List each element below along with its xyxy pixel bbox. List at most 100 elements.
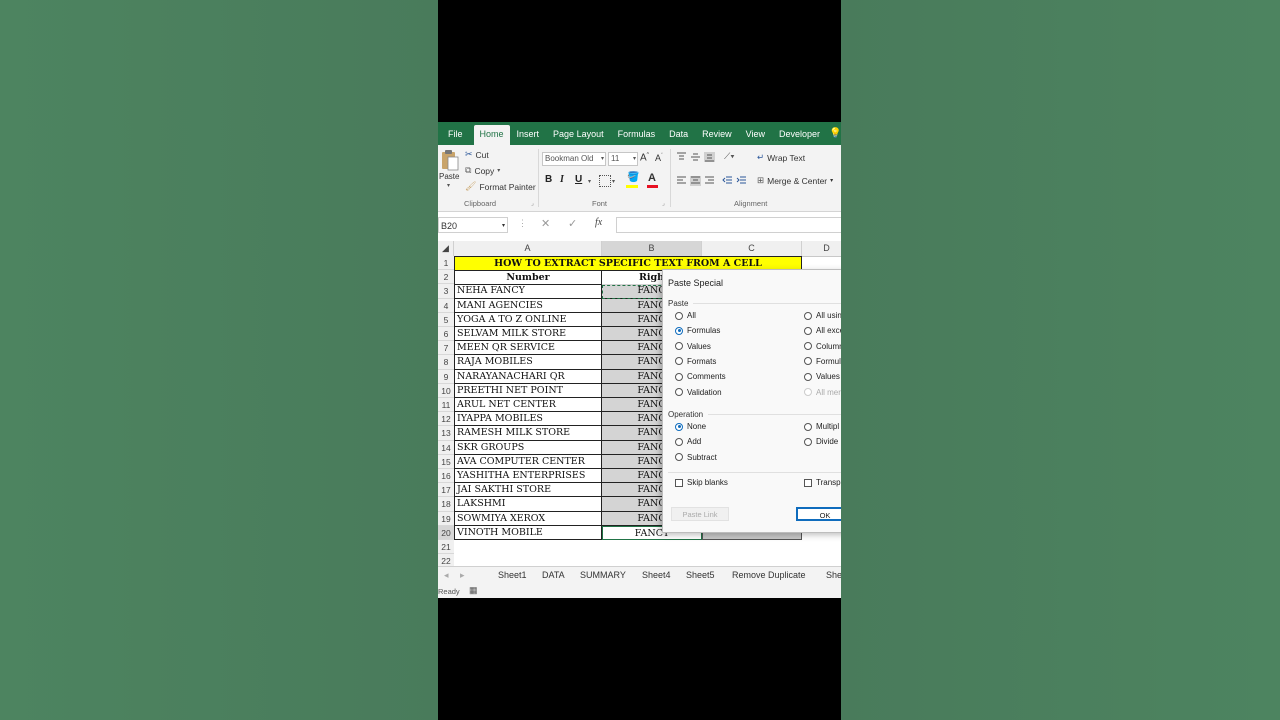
cell-name[interactable]: SELVAM MILK STORE — [454, 327, 602, 342]
row-header[interactable]: 18 — [438, 497, 454, 512]
tab-developer[interactable]: Developer — [772, 125, 827, 145]
enter-icon[interactable]: ✓ — [568, 217, 577, 230]
column-header-b[interactable]: B — [602, 241, 702, 256]
cell-name[interactable]: MEEN QR SERVICE — [454, 341, 602, 356]
cell-name[interactable]: JAI SAKTHI STORE — [454, 483, 602, 498]
sheet-tab-sheet4[interactable]: Sheet4 — [642, 570, 671, 580]
accessibility-icon[interactable]: ▦ — [469, 585, 478, 596]
sheet-tab-overflow[interactable]: She — [826, 570, 841, 580]
cell-name[interactable]: ARUL NET CENTER — [454, 398, 602, 413]
tab-insert[interactable]: Insert — [510, 125, 547, 145]
tab-review[interactable]: Review — [695, 125, 739, 145]
cancel-icon[interactable]: ✕ — [541, 217, 550, 230]
transpose-checkbox[interactable]: Transpo — [804, 478, 841, 487]
row-header[interactable]: 1 — [438, 256, 454, 271]
insert-function-icon[interactable]: fx — [595, 217, 602, 228]
chevron-down-icon[interactable]: ▾ — [612, 178, 615, 185]
font-name-box[interactable]: Bookman Old ▾ — [542, 152, 606, 166]
column-header-d[interactable]: D — [802, 241, 841, 256]
paste-button[interactable]: Paste — [439, 172, 459, 181]
row-header[interactable]: 15 — [438, 454, 454, 469]
sheet-tab-data[interactable]: DATA — [542, 570, 565, 580]
sheet-tab-remove-duplicate[interactable]: Remove Duplicate — [732, 570, 806, 580]
align-left-icon[interactable] — [676, 176, 687, 186]
underline-icon[interactable]: U — [575, 174, 582, 185]
column-header-a[interactable]: A — [454, 241, 602, 256]
cell-name[interactable]: NARAYANACHARI QR — [454, 369, 602, 384]
row-header[interactable]: 8 — [438, 355, 454, 370]
radio-option[interactable]: Comments — [675, 372, 726, 381]
row-header[interactable]: 3 — [438, 284, 454, 299]
cell-name[interactable]: PREETHI NET POINT — [454, 383, 602, 398]
decrease-font-icon[interactable]: Aˇ — [655, 153, 663, 163]
row-header[interactable]: 4 — [438, 298, 454, 313]
name-box[interactable]: B20 ▾ — [438, 217, 508, 233]
sheet-tab-sheet1[interactable]: Sheet1 — [498, 570, 527, 580]
row-header[interactable]: 14 — [438, 440, 454, 455]
top-align-icon[interactable] — [676, 152, 687, 162]
fill-color-icon[interactable]: 🪣 — [627, 172, 639, 183]
dialog-launcher-icon[interactable]: ⌟ — [531, 200, 534, 207]
select-all-corner[interactable]: ◢ — [438, 241, 454, 256]
radio-option[interactable]: Values — [675, 342, 711, 351]
radio-option[interactable]: Formats — [675, 357, 716, 366]
copy-button[interactable]: ⧉ Copy ▾ — [465, 165, 500, 176]
row-header[interactable]: 22 — [438, 554, 454, 566]
cell-name[interactable]: RAJA MOBILES — [454, 355, 602, 370]
row-header[interactable]: 13 — [438, 426, 454, 441]
tab-view[interactable]: View — [739, 125, 772, 145]
cell-name[interactable]: AVA COMPUTER CENTER — [454, 454, 602, 469]
radio-option[interactable]: Formulas — [675, 326, 720, 335]
cell-name[interactable]: NEHA FANCY — [454, 284, 602, 299]
italic-icon[interactable]: I — [560, 174, 564, 185]
row-header[interactable]: 16 — [438, 469, 454, 484]
row-header[interactable]: 2 — [438, 270, 454, 285]
tab-page-layout[interactable]: Page Layout — [546, 125, 611, 145]
decrease-indent-icon[interactable] — [722, 176, 733, 186]
sheet-tab-summary[interactable]: SUMMARY — [580, 570, 626, 580]
formula-input[interactable] — [616, 217, 841, 233]
row-header[interactable]: 9 — [438, 369, 454, 384]
align-center-icon[interactable] — [690, 176, 701, 186]
radio-option[interactable]: Multipl — [804, 422, 839, 431]
scroll-right-icon[interactable]: ▸ — [460, 570, 465, 581]
radio-option[interactable]: All — [675, 311, 696, 320]
borders-icon[interactable] — [599, 175, 611, 187]
cell-name[interactable]: YASHITHA ENTERPRISES — [454, 469, 602, 484]
cell-name[interactable]: LAKSHMI — [454, 497, 602, 512]
cell-name[interactable]: SKR GROUPS — [454, 440, 602, 455]
tab-home[interactable]: Home — [473, 125, 510, 145]
dialog-launcher-icon[interactable]: ⌟ — [662, 200, 665, 207]
skip-blanks-checkbox[interactable]: Skip blanks — [675, 478, 728, 487]
lightbulb-icon[interactable]: 💡 — [829, 125, 841, 145]
scroll-left-icon[interactable]: ◂ — [444, 570, 449, 581]
middle-align-icon[interactable] — [690, 152, 701, 162]
header-cell-number[interactable]: Number — [454, 271, 602, 286]
font-color-icon[interactable]: A — [648, 172, 656, 184]
tab-data[interactable]: Data — [662, 125, 695, 145]
paste-link-button[interactable]: Paste Link — [671, 507, 729, 521]
font-size-box[interactable]: 11 ▾ — [608, 152, 638, 166]
bold-icon[interactable]: B — [545, 174, 552, 185]
radio-option[interactable]: Values — [804, 372, 840, 381]
cell-name[interactable]: MANI AGENCIES — [454, 298, 602, 313]
cell-name[interactable]: IYAPPA MOBILES — [454, 412, 602, 427]
radio-option[interactable]: All exce — [804, 326, 841, 335]
radio-option[interactable]: Subtract — [675, 453, 717, 462]
radio-option[interactable]: All usin — [804, 311, 841, 320]
row-header[interactable]: 17 — [438, 483, 454, 498]
row-header[interactable]: 5 — [438, 312, 454, 327]
radio-option[interactable]: None — [675, 422, 706, 431]
row-header[interactable]: 21 — [438, 540, 454, 555]
ok-button[interactable]: OK — [796, 507, 841, 521]
row-header[interactable]: 11 — [438, 398, 454, 413]
paste-icon[interactable] — [441, 149, 459, 171]
cell-name[interactable]: SOWMIYA XEROX — [454, 511, 602, 526]
tab-formulas[interactable]: Formulas — [611, 125, 663, 145]
increase-font-icon[interactable]: A^ — [640, 152, 649, 163]
row-header[interactable]: 20 — [438, 525, 454, 540]
column-header-c[interactable]: C — [702, 241, 802, 256]
wrap-text-button[interactable]: ↵ Wrap Text — [757, 152, 805, 163]
chevron-down-icon[interactable]: ▾ — [447, 182, 450, 189]
orientation-icon[interactable]: ⟋▾ — [724, 151, 735, 162]
